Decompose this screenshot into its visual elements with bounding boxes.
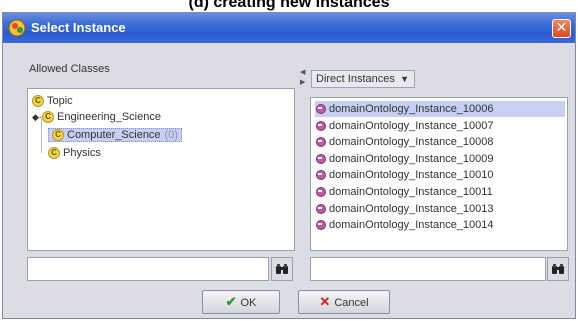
cancel-button[interactable]: ✕ Cancel <box>298 290 390 314</box>
instance-icon <box>315 186 326 198</box>
class-icon: C <box>48 147 60 160</box>
figure-caption: (d) creating new instances <box>188 0 390 11</box>
tree-item-label: Computer_Science <box>67 129 161 141</box>
instance-icon <box>315 153 326 165</box>
close-button[interactable]: ✕ <box>552 19 571 38</box>
instance-icon <box>315 136 326 148</box>
instance-list-item[interactable]: domainOntology_Instance_10008 <box>315 134 565 150</box>
dropdown-label: Direct Instances <box>316 73 395 85</box>
instance-list-item[interactable]: domainOntology_Instance_10009 <box>315 151 565 167</box>
ok-button[interactable]: ✔ OK <box>202 290 280 314</box>
instance-icon <box>315 169 326 181</box>
class-search-input[interactable] <box>27 257 269 281</box>
allowed-classes-tree[interactable]: C Topic ◆- C Engineering_Science C Computer_Sc… <box>27 88 295 251</box>
instance-label: domainOntology_Instance_10013 <box>329 202 494 215</box>
instance-search-button[interactable] <box>547 257 569 281</box>
instance-label: domainOntology_Instance_10011 <box>329 186 493 198</box>
instance-list-item[interactable]: domainOntology_Instance_10011 <box>315 184 565 200</box>
instance-search-input[interactable] <box>310 257 546 281</box>
chevron-down-icon: ▼ <box>400 74 409 84</box>
tree-item[interactable]: C Computer_Science (0) <box>48 127 183 143</box>
instance-label: domainOntology_Instance_10006 <box>329 103 494 115</box>
tree-item[interactable]: C Topic <box>32 93 73 109</box>
tree-item[interactable]: ◆- C Engineering_Science <box>32 109 161 125</box>
instance-label: domainOntology_Instance_10009 <box>329 152 494 165</box>
instance-icon <box>315 103 326 115</box>
instance-label: domainOntology_Instance_10014 <box>329 219 494 232</box>
collapse-right-icon[interactable]: ▶ <box>300 78 305 86</box>
x-icon: ✕ <box>319 294 331 309</box>
tree-item-label: Physics <box>63 147 101 159</box>
class-icon: C <box>52 129 64 142</box>
instance-list-item[interactable]: domainOntology_Instance_10014 <box>315 217 565 233</box>
tree-item-label: Engineering_Science <box>57 111 161 123</box>
tree-connector <box>41 119 42 153</box>
instances-list[interactable]: domainOntology_Instance_10006 domainOntol… <box>310 97 568 251</box>
tree-item-content: C Topic <box>32 95 73 108</box>
instance-count: (0) <box>164 129 179 141</box>
cancel-label: Cancel <box>334 297 369 309</box>
class-search-button[interactable] <box>271 257 293 281</box>
binoculars-icon <box>552 264 564 274</box>
window-title: Select Instance <box>31 20 126 35</box>
tree-item-label: Topic <box>47 95 73 107</box>
instance-list-item[interactable]: domainOntology_Instance_10006 <box>315 101 565 117</box>
split-pane-divider[interactable]: ◀ ▶ <box>300 68 306 268</box>
instance-list-item[interactable]: domainOntology_Instance_10010 <box>315 167 565 183</box>
selected-tree-item: C Computer_Science (0) <box>48 128 183 142</box>
class-icon: C <box>42 111 54 124</box>
binoculars-icon <box>276 264 288 274</box>
instance-icon <box>315 219 326 231</box>
instance-label: domainOntology_Instance_10007 <box>329 119 494 132</box>
protege-app-icon <box>8 19 26 37</box>
tree-item[interactable]: C Physics <box>48 145 101 161</box>
instance-list-item[interactable]: domainOntology_Instance_10007 <box>315 118 565 134</box>
collapse-left-icon[interactable]: ◀ <box>300 68 305 76</box>
instance-list-item[interactable]: domainOntology_Instance_10013 <box>315 201 565 217</box>
allowed-classes-label: Allowed Classes <box>29 63 110 75</box>
instance-label: domainOntology_Instance_10010 <box>329 169 494 182</box>
select-instance-dialog: Select Instance ✕ Allowed Classes C Topic… <box>2 12 576 319</box>
close-icon: ✕ <box>555 20 568 36</box>
title-bar[interactable]: Select Instance ✕ <box>3 13 575 43</box>
instance-icon <box>315 203 326 215</box>
ok-label: OK <box>240 297 257 309</box>
class-icon: C <box>32 95 44 108</box>
instance-icon <box>315 120 326 132</box>
tree-item-content: C Physics <box>48 147 101 160</box>
tree-item-content: C Engineering_Science <box>42 111 161 124</box>
direct-instances-dropdown[interactable]: Direct Instances ▼ <box>311 70 415 88</box>
checkmark-icon: ✔ <box>225 294 237 309</box>
instance-label: domainOntology_Instance_10008 <box>329 136 494 149</box>
